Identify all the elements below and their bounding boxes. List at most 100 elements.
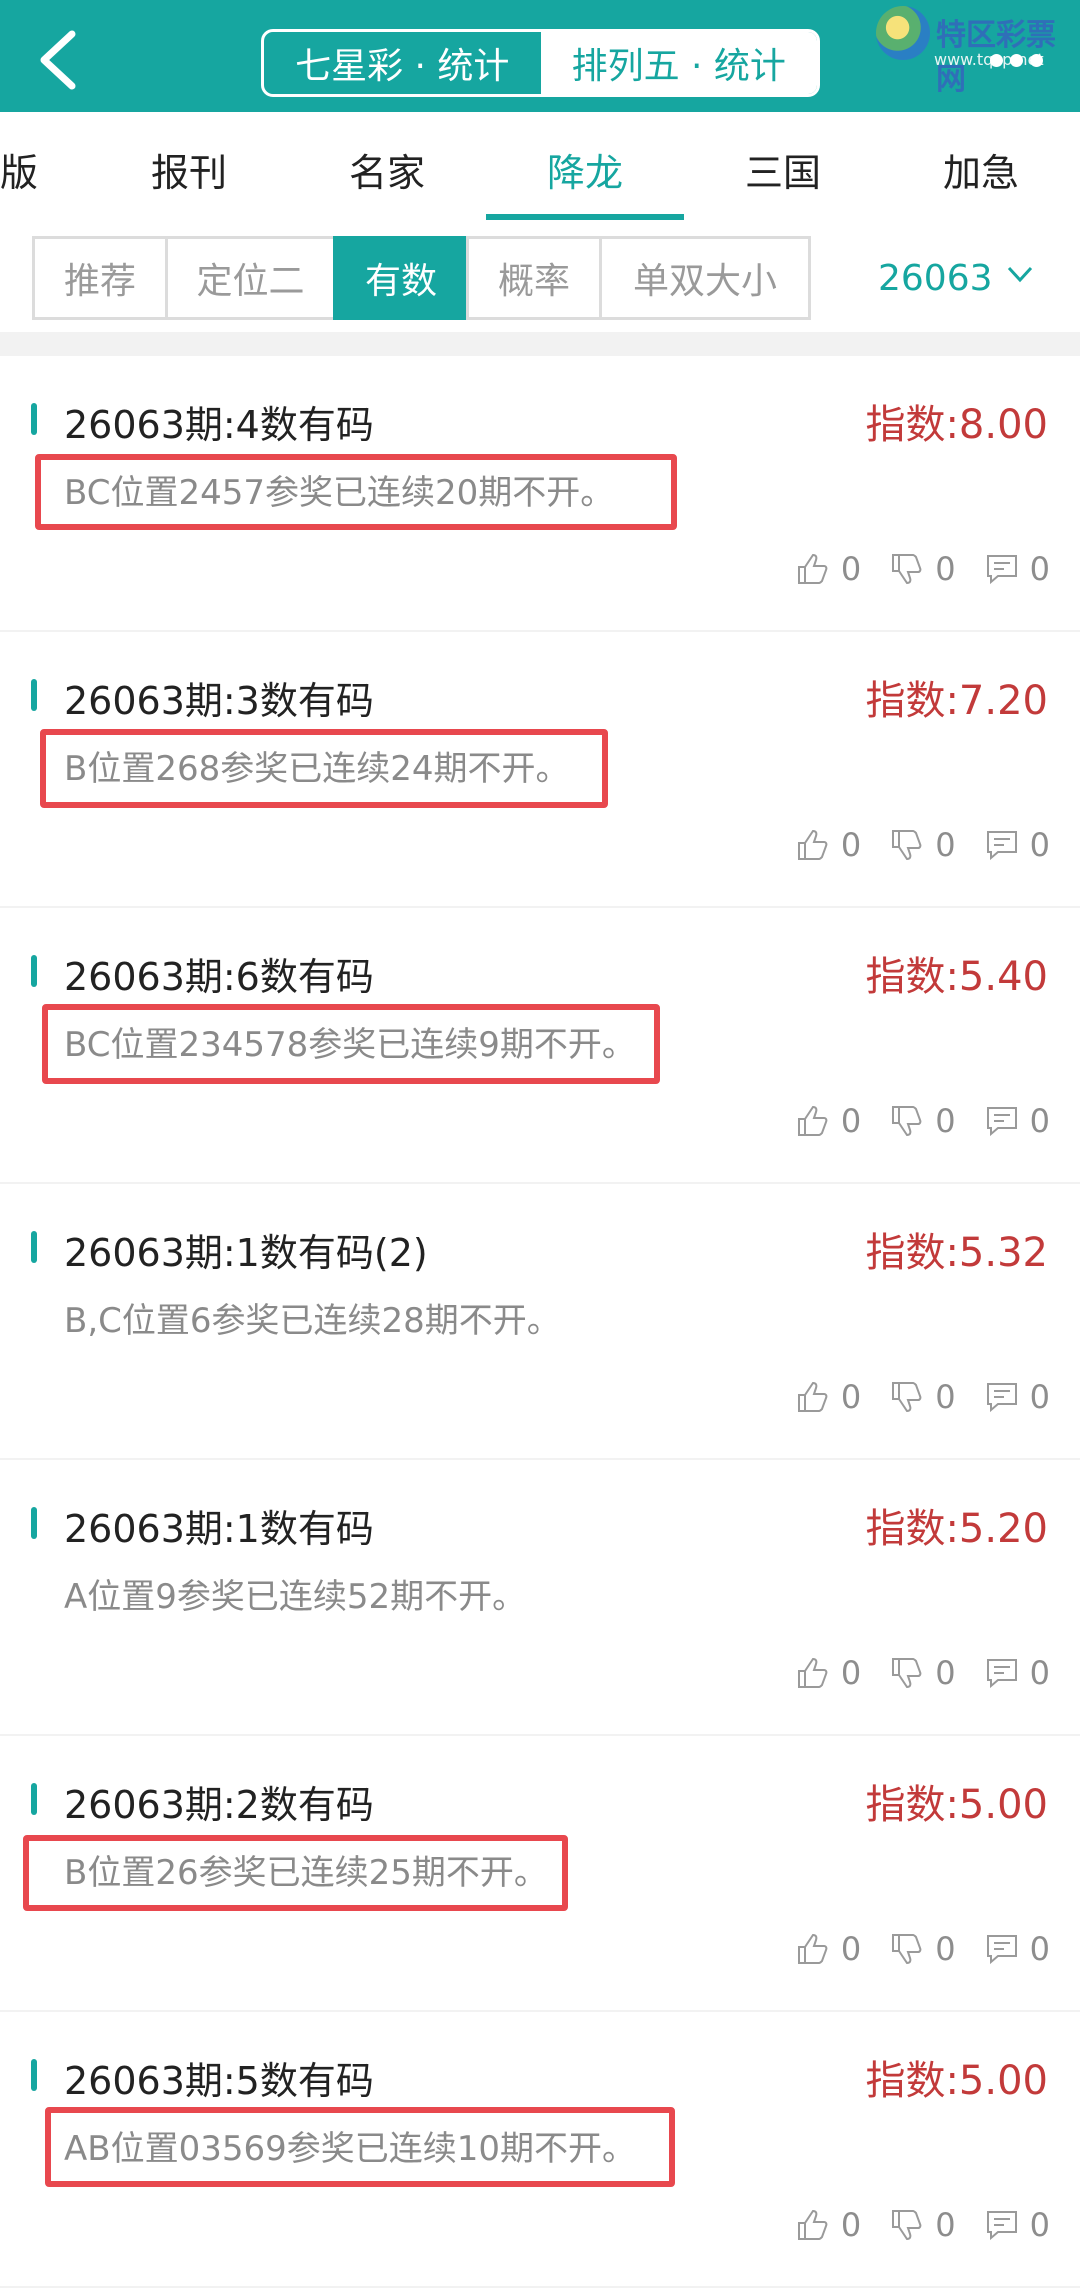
comment-icon: [986, 1935, 1017, 1965]
list-item[interactable]: 26063期:4数有码 指数:8.00 BC位置2457参奖已连续20期不开。 …: [0, 356, 1080, 630]
list-item[interactable]: 26063期:5数有码 指数:5.00 AB位置03569参奖已连续10期不开。…: [0, 2012, 1080, 2286]
chevron-down-icon[interactable]: [1006, 260, 1034, 288]
list-item[interactable]: 26063期:2数有码 指数:5.00 B位置26参奖已连续25期不开。 0 0…: [0, 1736, 1080, 2010]
comment-button[interactable]: 0: [984, 2206, 1050, 2244]
item-title: 26063期:3数有码: [64, 679, 374, 723]
list-item[interactable]: 26063期:3数有码 指数:7.20 B位置268参奖已连续24期不开。 0 …: [0, 632, 1080, 906]
thumbs-up-icon: [797, 829, 828, 860]
like-button[interactable]: 0: [795, 2206, 861, 2244]
filter-bar: 推荐 定位二 有数 概率 单双大小 26063: [0, 222, 1080, 332]
tab-ban[interactable]: 版: [0, 142, 38, 197]
item-title: 26063期:5数有码: [64, 2059, 374, 2103]
item-actions: 0 0 0: [795, 1930, 1050, 1968]
item-actions: 0 0 0: [795, 550, 1050, 588]
comment-button[interactable]: 0: [984, 1102, 1050, 1140]
thumbs-down-icon: [892, 1382, 922, 1413]
lottery-stats-switch: 七星彩 · 统计 排列五 · 统计: [261, 29, 820, 97]
back-arrow-icon[interactable]: [34, 30, 82, 90]
prediction-list: 26063期:4数有码 指数:8.00 BC位置2457参奖已连续20期不开。 …: [0, 356, 1080, 2288]
item-marker: [31, 955, 37, 987]
thumbs-down-icon: [892, 830, 922, 861]
tab-jianglong[interactable]: 降龙: [547, 142, 623, 197]
item-index: 指数:5.20: [865, 1506, 1048, 1552]
filter-chips: 推荐 定位二 有数 概率 单双大小: [32, 236, 811, 320]
highlight-box: [23, 1835, 568, 1911]
more-menu-icon[interactable]: [990, 54, 1043, 67]
like-button[interactable]: 0: [795, 1378, 861, 1416]
thumbs-down-icon: [892, 1934, 922, 1965]
comment-button[interactable]: 0: [984, 550, 1050, 588]
dislike-button[interactable]: 0: [889, 2206, 956, 2244]
tab-sanguo[interactable]: 三国: [745, 142, 821, 197]
period-selector[interactable]: 26063: [878, 258, 993, 299]
active-tab-indicator: [486, 214, 684, 220]
item-actions: 0 0 0: [795, 2206, 1050, 2244]
item-actions: 0 0 0: [795, 1102, 1050, 1140]
comment-icon: [986, 1659, 1017, 1689]
comment-button[interactable]: 0: [984, 1654, 1050, 1692]
tab-mingjia[interactable]: 名家: [349, 142, 425, 197]
thumbs-up-icon: [797, 553, 828, 584]
thumbs-up-icon: [797, 1933, 828, 1964]
chip-dingwei2[interactable]: 定位二: [165, 236, 336, 320]
tab-baokan[interactable]: 报刊: [151, 142, 227, 197]
list-item[interactable]: 26063期:1数有码(2) 指数:5.32 B,C位置6参奖已连续28期不开。…: [0, 1184, 1080, 1458]
thumbs-up-icon: [797, 1657, 828, 1688]
highlight-box: [40, 729, 608, 808]
comment-button[interactable]: 0: [984, 826, 1050, 864]
top-bar: 七星彩 · 统计 排列五 · 统计 特区彩票网 www.tqcp.net: [0, 0, 1080, 112]
item-index: 指数:5.00: [865, 2058, 1048, 2104]
tab-jiaji[interactable]: 加急: [943, 142, 1019, 197]
item-index: 指数:5.40: [865, 954, 1048, 1000]
logo-emblem-icon: [876, 6, 930, 60]
chip-tuijian[interactable]: 推荐: [32, 236, 168, 320]
thumbs-up-icon: [797, 2209, 828, 2240]
thumbs-up-icon: [797, 1105, 828, 1136]
item-title: 26063期:1数有码: [64, 1507, 374, 1551]
like-button[interactable]: 0: [795, 1654, 861, 1692]
item-marker: [31, 2059, 37, 2091]
seg-pailie5-stats[interactable]: 排列五 · 统计: [540, 32, 817, 94]
comment-icon: [986, 1383, 1017, 1413]
dislike-button[interactable]: 0: [889, 1378, 956, 1416]
thumbs-down-icon: [892, 1658, 922, 1689]
highlight-box: [35, 454, 677, 530]
item-title: 26063期:6数有码: [64, 955, 374, 999]
highlight-box: [42, 1004, 660, 1084]
item-index: 指数:8.00: [865, 402, 1048, 448]
like-button[interactable]: 0: [795, 1102, 861, 1140]
dislike-button[interactable]: 0: [889, 1102, 956, 1140]
item-index: 指数:7.20: [865, 678, 1048, 724]
chip-youshu[interactable]: 有数: [333, 236, 469, 320]
item-marker: [31, 1231, 37, 1263]
item-index: 指数:5.32: [865, 1230, 1048, 1276]
dislike-button[interactable]: 0: [889, 1654, 956, 1692]
thumbs-up-icon: [797, 1381, 828, 1412]
item-marker: [31, 403, 37, 435]
dislike-button[interactable]: 0: [889, 550, 956, 588]
item-title: 26063期:2数有码: [64, 1783, 374, 1827]
comment-icon: [986, 2211, 1017, 2241]
list-item[interactable]: 26063期:6数有码 指数:5.40 BC位置234578参奖已连续9期不开。…: [0, 908, 1080, 1182]
like-button[interactable]: 0: [795, 826, 861, 864]
list-item[interactable]: 26063期:1数有码 指数:5.20 A位置9参奖已连续52期不开。 0 0 …: [0, 1460, 1080, 1734]
item-marker: [31, 1783, 37, 1815]
seg-qixingcai-stats[interactable]: 七星彩 · 统计: [264, 32, 541, 94]
thumbs-down-icon: [892, 554, 922, 585]
chip-gailv[interactable]: 概率: [466, 236, 602, 320]
chip-danshuang-daxiao[interactable]: 单双大小: [599, 236, 811, 320]
dislike-button[interactable]: 0: [889, 826, 956, 864]
like-button[interactable]: 0: [795, 550, 861, 588]
item-marker: [31, 1507, 37, 1539]
like-button[interactable]: 0: [795, 1930, 861, 1968]
item-marker: [31, 679, 37, 711]
category-tabs: 版 报刊 名家 降龙 三国 加急: [0, 112, 1080, 223]
comment-button[interactable]: 0: [984, 1930, 1050, 1968]
comment-icon: [986, 831, 1017, 861]
thumbs-down-icon: [892, 2210, 922, 2241]
item-index: 指数:5.00: [865, 1782, 1048, 1828]
comment-button[interactable]: 0: [984, 1378, 1050, 1416]
dislike-button[interactable]: 0: [889, 1930, 956, 1968]
thumbs-down-icon: [892, 1106, 922, 1137]
item-actions: 0 0 0: [795, 1378, 1050, 1416]
